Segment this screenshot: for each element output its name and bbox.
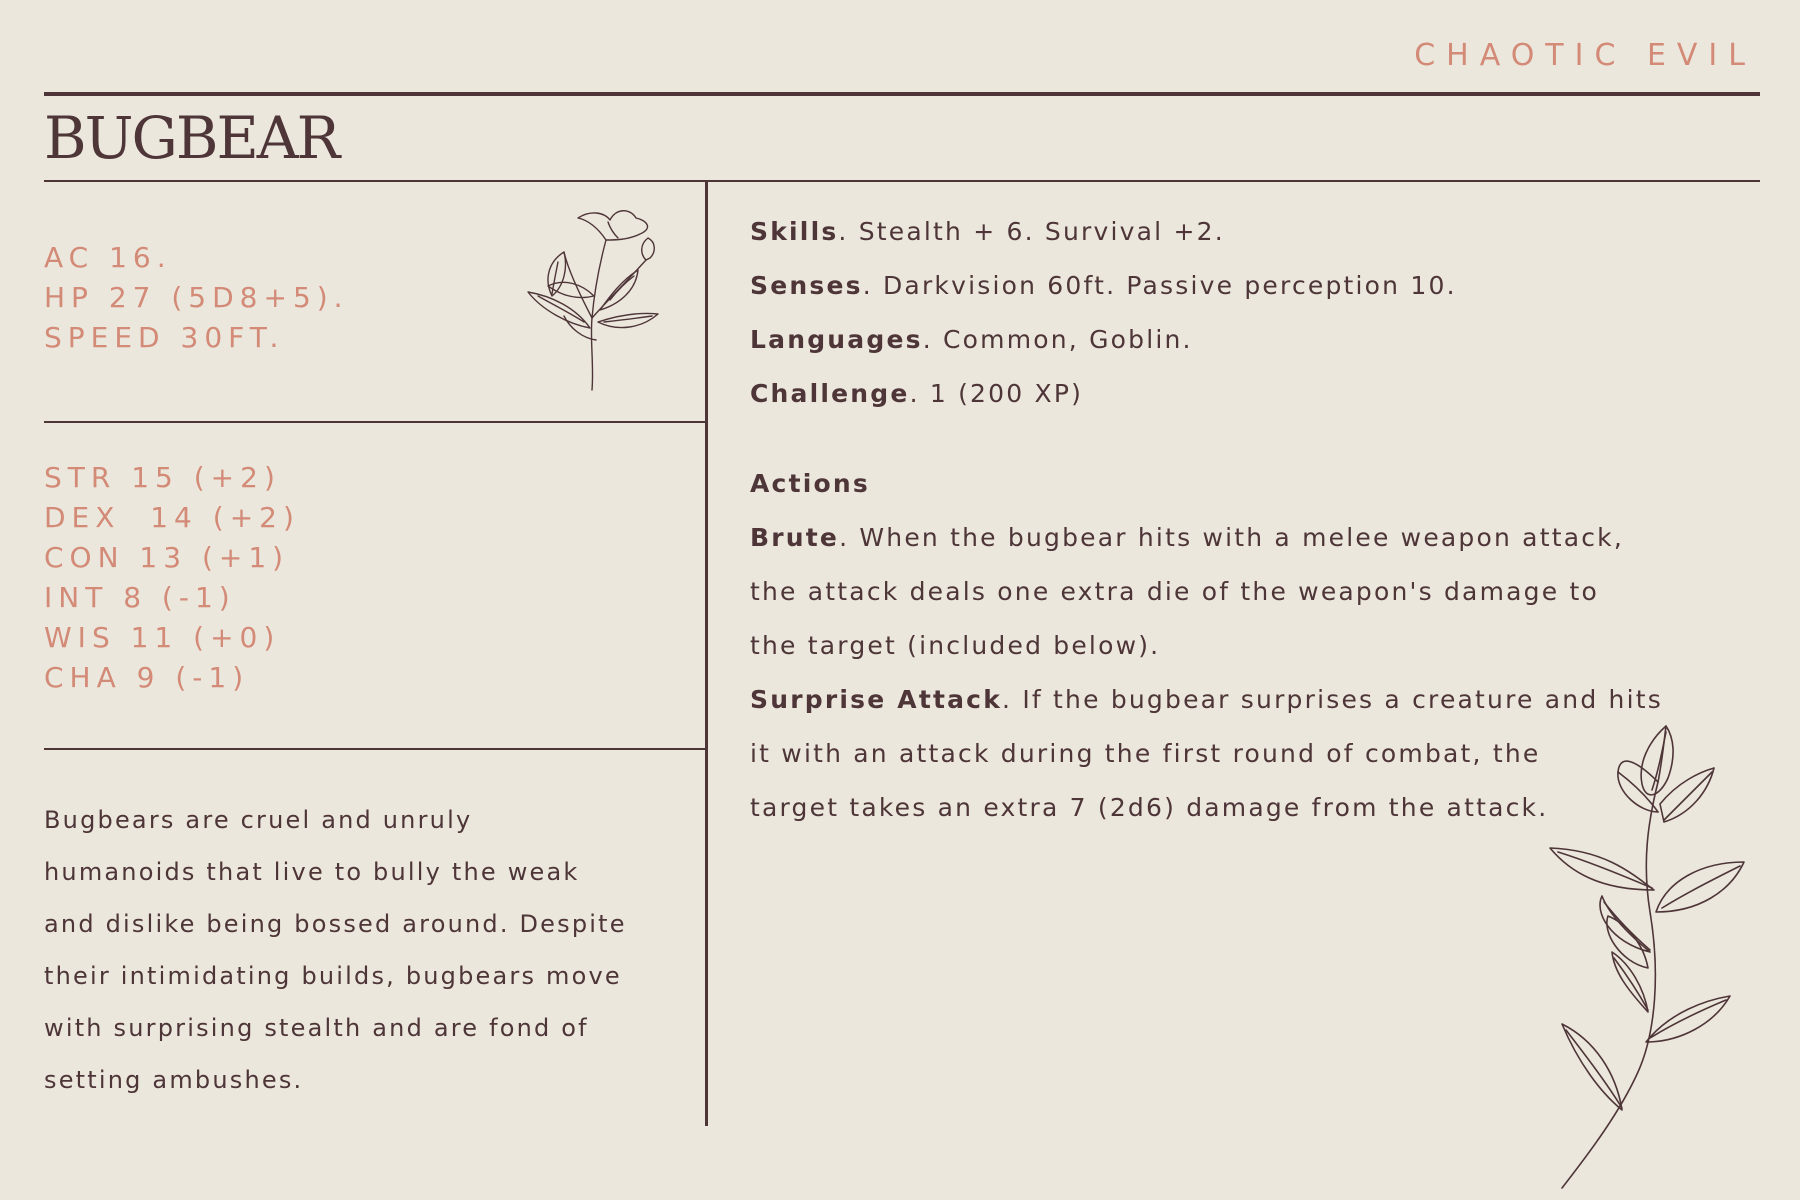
ability-int: INT 8 (-1) (44, 581, 236, 614)
ability-wis: WIS 11 (+0) (44, 621, 281, 654)
surprise-attack-text: . If the bugbear surprises a creature an… (1002, 685, 1663, 714)
skills-label: Skills (750, 217, 839, 246)
leaf-branch-illustration-icon (1549, 725, 1745, 1189)
description-line: setting ambushes. (44, 1066, 304, 1094)
ability-str: STR 15 (+2) (44, 461, 281, 494)
description-line: and dislike being bossed around. Despite (44, 910, 627, 938)
monster-description: Bugbears are cruel and unruly humanoids … (44, 794, 684, 1106)
top-divider (44, 92, 1760, 96)
description-line: humanoids that live to bully the weak (44, 858, 580, 886)
brute-label: Brute (750, 523, 840, 552)
ability-cha: CHA 9 (-1) (44, 661, 250, 694)
monster-name: BUGBEAR (44, 104, 340, 172)
flower-illustration-icon (527, 210, 659, 391)
brute-text: . When the bugbear hits with a melee wea… (839, 523, 1624, 552)
ability-scores: STR 15 (+2) DEX 14 (+2) CON 13 (+1) INT … (44, 458, 300, 698)
senses-row: Senses. Darkvision 60ft. Passive percept… (750, 259, 1730, 313)
senses-value: . Darkvision 60ft. Passive perception 10… (862, 271, 1457, 300)
skills-value: . Stealth + 6. Survival +2. (838, 217, 1225, 246)
description-line: with surprising stealth and are fond of (44, 1014, 589, 1042)
armor-class: AC 16. (44, 241, 172, 274)
column-divider (705, 181, 708, 1126)
senses-label: Senses (750, 271, 863, 300)
ability-dex: DEX 14 (+2) (44, 501, 300, 534)
languages-value: . Common, Goblin. (922, 325, 1193, 354)
stats-divider (44, 421, 708, 423)
title-divider (44, 180, 1760, 182)
brute-row: Brute. When the bugbear hits with a mele… (750, 511, 1730, 565)
brute-continued: the target (included below). (750, 631, 1161, 660)
abilities-divider (44, 748, 708, 750)
speed: SPEED 30FT. (44, 321, 285, 354)
alignment-label: CHAOTIC EVIL (1414, 38, 1756, 73)
actions-heading-text: Actions (750, 469, 870, 498)
actions-heading: Actions (750, 457, 1730, 511)
challenge-value: . 1 (200 XP) (909, 379, 1084, 408)
hit-points: HP 27 (5D8+5). (44, 281, 349, 314)
basic-stats: AC 16. HP 27 (5D8+5). SPEED 30FT. (44, 238, 349, 358)
description-line: Bugbears are cruel and unruly (44, 806, 473, 834)
challenge-row: Challenge. 1 (200 XP) (750, 367, 1730, 421)
skills-row: Skills. Stealth + 6. Survival +2. (750, 205, 1730, 259)
ability-con: CON 13 (+1) (44, 541, 290, 574)
languages-row: Languages. Common, Goblin. (750, 313, 1730, 367)
languages-label: Languages (750, 325, 923, 354)
description-line: their intimidating builds, bugbears move (44, 962, 622, 990)
brute-continued: the attack deals one extra die of the we… (750, 577, 1599, 606)
challenge-label: Challenge (750, 379, 910, 408)
surprise-attack-label: Surprise Attack (750, 685, 1003, 714)
